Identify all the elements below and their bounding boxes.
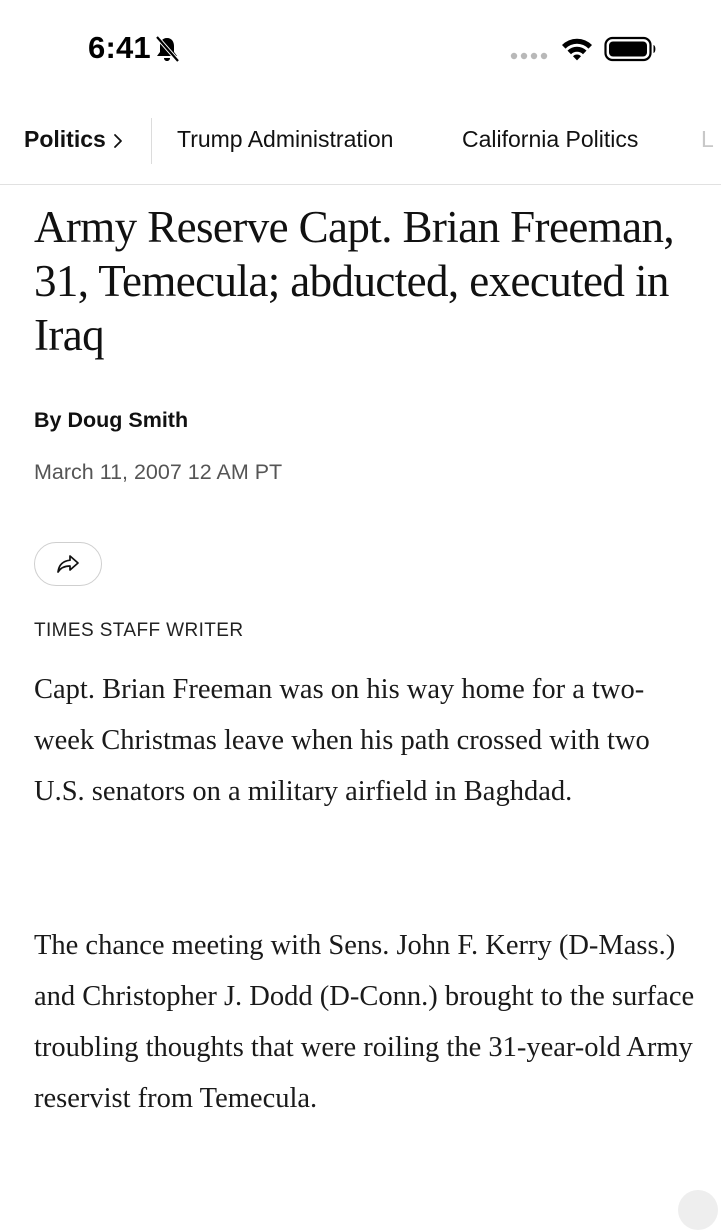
nav-politics-link[interactable]: Politics [24,126,124,153]
nav-politics-label: Politics [24,126,106,152]
article-byline[interactable]: By Doug Smith [34,408,188,433]
status-bar: 6:41 [0,0,721,100]
nav-divider [151,118,152,164]
wifi-icon [562,38,592,61]
article-date: March 11, 2007 12 AM PT [34,460,283,484]
section-nav: Politics Trump Administration California… [0,100,721,185]
signal-icon [510,52,548,60]
nav-item-truncated[interactable]: L [701,126,714,153]
article-headline: Army Reserve Capt. Brian Freeman, 31, Te… [34,202,675,360]
bell-slash-icon [155,35,180,63]
floating-button-partial[interactable] [678,1190,718,1230]
share-arrow-icon [57,555,79,573]
article-paragraph-1: Capt. Brian Freeman was on his way home … [34,674,650,807]
status-time: 6:41 [88,30,151,65]
share-button[interactable] [34,542,102,586]
article-paragraph-2: The chance meeting with Sens. John F. Ke… [34,930,695,1114]
nav-item-trump-administration[interactable]: Trump Administration [177,126,393,153]
battery-icon [604,36,656,62]
chevron-right-icon [113,133,122,148]
nav-item-california-politics[interactable]: California Politics [462,126,638,153]
staff-writer-label: TIMES STAFF WRITER [34,620,244,641]
